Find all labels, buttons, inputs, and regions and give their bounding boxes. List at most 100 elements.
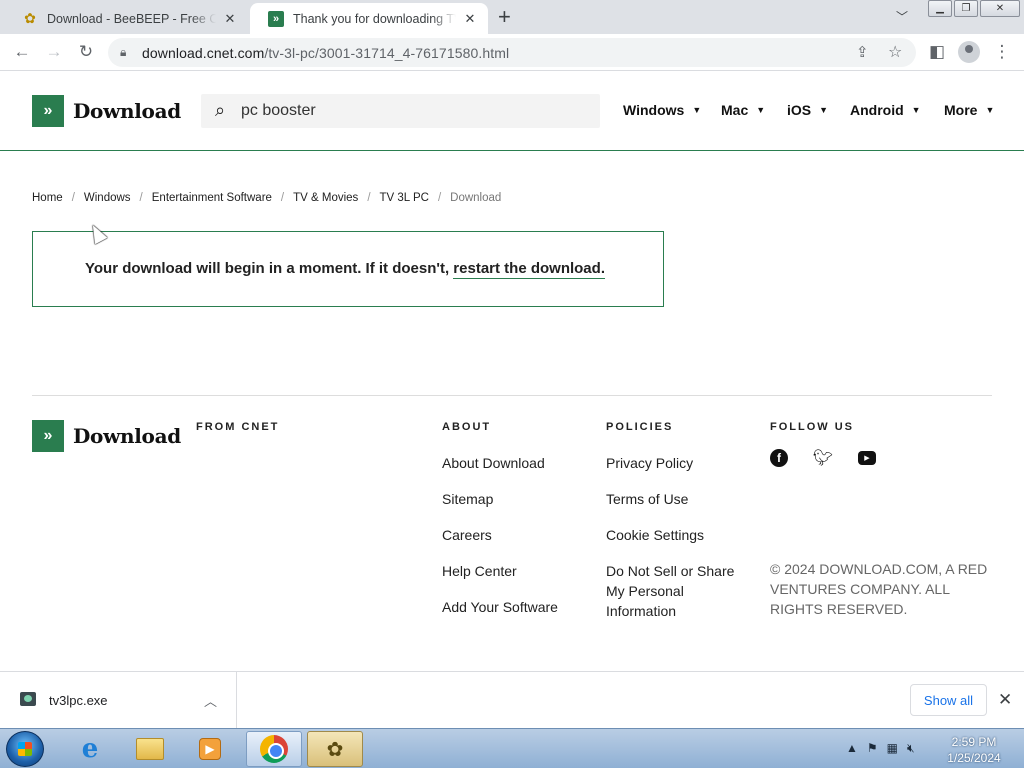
- clock-date: 1/25/2024: [947, 751, 1001, 765]
- breadcrumb-windows[interactable]: Windows: [84, 192, 131, 204]
- nav-ios[interactable]: iOS ▼: [787, 102, 828, 118]
- chrome-icon: [260, 735, 288, 763]
- share-icon[interactable]: ⇪: [856, 43, 869, 61]
- footer-link-careers[interactable]: Careers: [442, 525, 558, 545]
- tab-search-chevron-icon[interactable]: ﹀: [896, 8, 908, 25]
- footer-link-do-not-sell[interactable]: Do Not Sell or Share My Personal Informa…: [606, 561, 746, 621]
- taskbar-chrome[interactable]: [246, 731, 302, 767]
- footer-logo[interactable]: » Download: [32, 420, 181, 452]
- footer-heading: POLICIES: [606, 421, 674, 433]
- download-file-name: tv3lpc.exe: [49, 693, 108, 708]
- url-path: /tv-3l-pc/3001-31714_4-76171580.html: [264, 45, 510, 61]
- breadcrumb: Home / Windows / Entertainment Software / T…: [32, 192, 501, 204]
- youtube-icon[interactable]: ▶: [858, 451, 876, 465]
- nav-mac[interactable]: Mac ▼: [721, 102, 765, 118]
- bee-favicon-icon: ✿: [24, 10, 36, 26]
- action-center-flag-icon[interactable]: ⚑: [867, 741, 878, 756]
- breadcrumb-entertainment-software[interactable]: Entertainment Software: [152, 192, 272, 204]
- new-tab-icon[interactable]: +: [498, 5, 511, 29]
- browser-tab-download[interactable]: » Thank you for downloading TV 3L ✕: [250, 3, 488, 34]
- taskbar-internet-explorer[interactable]: e: [62, 731, 118, 767]
- copyright-text: © 2024 DOWNLOAD.COM, A RED VENTURES COMP…: [770, 561, 988, 617]
- breadcrumb-tv-movies[interactable]: TV & Movies: [293, 192, 358, 204]
- breadcrumb-home[interactable]: Home: [32, 192, 63, 204]
- network-icon[interactable]: ▦: [887, 741, 898, 756]
- close-icon[interactable]: ✕: [998, 690, 1012, 710]
- footer-link-privacy-policy[interactable]: Privacy Policy: [606, 453, 746, 473]
- nav-android[interactable]: Android ▼: [850, 102, 921, 118]
- taskbar-clock[interactable]: 2:59 PM 1/25/2024: [934, 734, 1014, 766]
- search-icon[interactable]: ⌕: [215, 100, 225, 121]
- back-arrow-icon[interactable]: ←: [11, 42, 33, 62]
- footer-heading: FROM CNET: [196, 421, 280, 433]
- url-host: download.cnet.com: [142, 45, 265, 61]
- social-links: f 🐦︎ ▶: [770, 449, 876, 467]
- side-panel-icon[interactable]: ◧: [926, 42, 948, 62]
- close-tab-icon[interactable]: ✕: [222, 11, 238, 27]
- breadcrumb-separator: /: [71, 192, 75, 204]
- twitter-icon[interactable]: 🐦︎: [813, 449, 833, 467]
- system-tray: ▲ ⚑ ▦ 🔇︎: [846, 741, 915, 756]
- show-all-button[interactable]: Show all: [910, 684, 987, 716]
- exe-file-icon: [20, 692, 36, 706]
- nav-more[interactable]: More ▼: [944, 102, 994, 118]
- chevron-up-icon[interactable]: ︿: [204, 691, 217, 710]
- browser-toolbar: ← → ↻ 🔒︎ download.cnet.com/tv-3l-pc/3001…: [0, 34, 1024, 71]
- nav-label: Android: [850, 102, 904, 118]
- bookmark-star-icon[interactable]: ☆: [888, 42, 902, 62]
- taskbar-file-explorer[interactable]: [122, 731, 178, 767]
- start-button[interactable]: [6, 731, 44, 767]
- download-notice: Your download will begin in a moment. If…: [32, 231, 664, 307]
- browser-tabstrip: ✿ Download - BeeBEEP - Free Offic ✕ » Th…: [0, 0, 1024, 34]
- footer-link-cookie-settings[interactable]: Cookie Settings: [606, 525, 746, 545]
- download-shelf: tv3lpc.exe ︿ Show all ✕: [0, 671, 1024, 728]
- address-bar[interactable]: 🔒︎ download.cnet.com/tv-3l-pc/3001-31714…: [108, 38, 916, 67]
- site-logo[interactable]: » Download: [32, 95, 181, 127]
- caret-down-icon: ▼: [692, 105, 702, 115]
- caret-down-icon: ▼: [911, 105, 921, 115]
- caret-down-icon: ▼: [985, 105, 995, 115]
- footer-heading: ABOUT: [442, 421, 492, 433]
- close-window-icon[interactable]: ✕: [980, 0, 1020, 17]
- breadcrumb-separator: /: [437, 192, 442, 204]
- lock-icon[interactable]: 🔒︎: [120, 45, 126, 60]
- footer-link-add-your-software[interactable]: Add Your Software: [442, 597, 558, 617]
- footer-link-help-center[interactable]: Help Center: [442, 561, 558, 581]
- caret-down-icon: ▼: [819, 105, 829, 115]
- volume-muted-icon[interactable]: 🔇︎: [907, 741, 915, 756]
- footer-link-terms-of-use[interactable]: Terms of Use: [606, 489, 746, 509]
- folder-icon: [136, 738, 164, 760]
- tray-expand-icon[interactable]: ▲: [846, 741, 858, 756]
- forward-arrow-icon[interactable]: →: [43, 42, 65, 62]
- url-text[interactable]: download.cnet.com/tv-3l-pc/3001-31714_4-…: [142, 45, 509, 61]
- breadcrumb-tv-3l-pc[interactable]: TV 3L PC: [380, 192, 429, 204]
- tab-title: Download - BeeBEEP - Free Offic: [47, 11, 216, 26]
- nav-windows[interactable]: Windows ▼: [623, 102, 701, 118]
- footer-col-about: ABOUT About Download Sitemap Careers Hel…: [442, 421, 558, 633]
- footer-link-sitemap[interactable]: Sitemap: [442, 489, 558, 509]
- facebook-icon[interactable]: f: [770, 449, 788, 467]
- restart-download-link[interactable]: restart the download.: [453, 260, 605, 279]
- profile-avatar-icon[interactable]: [958, 41, 980, 63]
- reload-icon[interactable]: ↻: [75, 42, 97, 62]
- search-box[interactable]: ⌕: [201, 94, 600, 128]
- nav-label: Mac: [721, 102, 749, 118]
- menu-kebab-icon[interactable]: ⋮: [991, 42, 1013, 62]
- nav-label: iOS: [787, 102, 812, 118]
- browser-tab-beebeep[interactable]: ✿ Download - BeeBEEP - Free Offic ✕: [4, 3, 248, 34]
- logo-text: Download: [73, 424, 181, 448]
- close-tab-icon[interactable]: ✕: [462, 11, 478, 27]
- window-controls: ▁ ❐ ✕: [926, 0, 1020, 17]
- footer-link-about-download[interactable]: About Download: [442, 453, 558, 473]
- search-input[interactable]: [241, 94, 591, 128]
- tab-title: Thank you for downloading TV 3L: [293, 11, 456, 26]
- minimize-icon[interactable]: ▁: [928, 0, 952, 17]
- restore-icon[interactable]: ❐: [954, 0, 978, 17]
- nav-label: Windows: [623, 102, 685, 118]
- taskbar-media-player[interactable]: ▶: [182, 731, 238, 767]
- download-item[interactable]: tv3lpc.exe ︿: [0, 672, 237, 728]
- breadcrumb-current: Download: [450, 192, 502, 204]
- internet-explorer-icon: e: [81, 734, 99, 764]
- taskbar-beebeep[interactable]: ✿: [307, 731, 363, 767]
- site-header: » Download ⌕ Windows ▼ Mac ▼ iOS ▼ Android ▼…: [0, 71, 1024, 151]
